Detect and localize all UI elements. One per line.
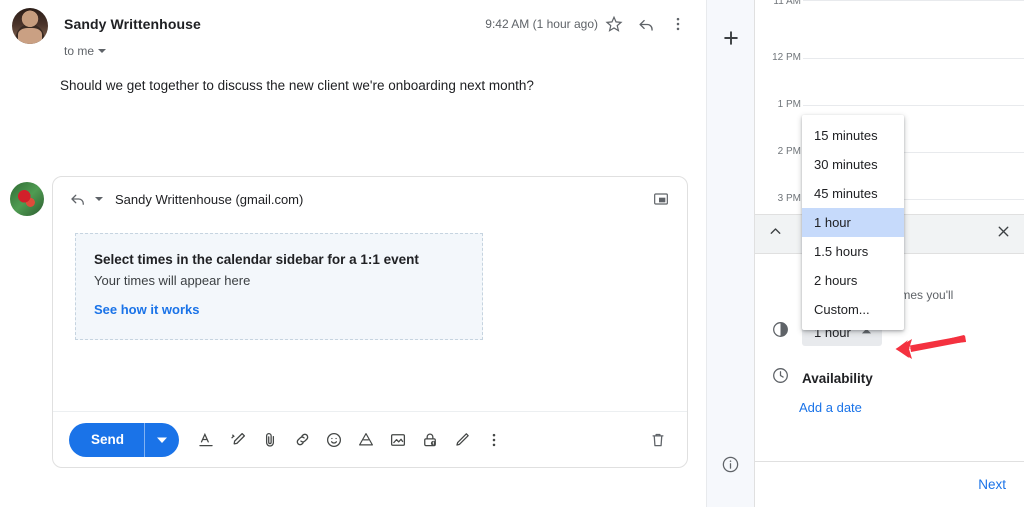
message-title-row: Sandy Writtenhouse 9:42 AM (1 hour ago)	[64, 8, 694, 40]
calendar-time-label: 11 AM	[773, 0, 801, 7]
message-header-body: Sandy Writtenhouse 9:42 AM (1 hour ago)	[48, 6, 694, 58]
reply-compose-card: Sandy Writtenhouse (gmail.com) Select ti…	[52, 176, 688, 468]
delete-icon[interactable]	[643, 425, 673, 455]
insert-drive-icon[interactable]	[351, 425, 381, 455]
send-options-caret-icon[interactable]	[145, 435, 179, 445]
scheduler-placeholder: Select times in the calendar sidebar for…	[75, 233, 483, 340]
insert-photo-icon[interactable]	[383, 425, 413, 455]
calendar-time-label: 3 PM	[777, 193, 801, 204]
dropdown-item-custom[interactable]: Custom...	[802, 295, 904, 324]
send-button-label: Send	[91, 432, 125, 447]
panel-footer: Next	[755, 461, 1024, 507]
reply-icon[interactable]	[67, 183, 89, 215]
star-icon[interactable]	[598, 8, 630, 40]
attach-file-icon[interactable]	[255, 425, 285, 455]
red-arrow-left-icon	[876, 330, 968, 371]
dropdown-item-45-minutes[interactable]: 45 minutes	[802, 179, 904, 208]
more-options-icon[interactable]	[479, 425, 509, 455]
dropdown-item-1.5-hours[interactable]: 1.5 hours	[802, 237, 904, 266]
reply-icon[interactable]	[630, 8, 662, 40]
popout-icon[interactable]	[645, 183, 677, 215]
plus-icon[interactable]	[721, 28, 741, 53]
calendar-row: 12 PM	[755, 12, 1024, 63]
close-icon[interactable]	[995, 223, 1012, 245]
gmail-schedule-screen: Sandy Writtenhouse 9:42 AM (1 hour ago)	[0, 0, 1024, 507]
dropdown-item-1-hour[interactable]: 1 hour	[802, 208, 904, 237]
reply-avatar	[10, 182, 44, 216]
next-button[interactable]: Next	[978, 477, 1006, 492]
compose-toolbar: Send	[53, 411, 687, 467]
sender-name: Sandy Writtenhouse	[64, 16, 201, 32]
add-a-date-link[interactable]: Add a date	[755, 390, 1024, 415]
see-how-it-works-link[interactable]: See how it works	[94, 302, 199, 317]
info-icon[interactable]	[721, 455, 740, 479]
scheduler-area: Select times in the calendar sidebar for…	[53, 221, 687, 411]
more-vert-icon[interactable]	[662, 8, 694, 40]
chevron-down-icon[interactable]	[95, 197, 103, 201]
confidential-mode-icon[interactable]	[415, 425, 445, 455]
duration-dropdown-menu[interactable]: 15 minutes 30 minutes 45 minutes 1 hour …	[802, 115, 904, 330]
calendar-row: 1 PM	[755, 59, 1024, 110]
calendar-row: 11 AM	[755, 0, 1024, 12]
insert-emoji-icon[interactable]	[319, 425, 349, 455]
calendar-gridline	[803, 0, 1024, 1]
clock-icon	[771, 366, 790, 390]
insert-link-icon[interactable]	[287, 425, 317, 455]
dropdown-item-15-minutes[interactable]: 15 minutes	[802, 121, 904, 150]
reply-header: Sandy Writtenhouse (gmail.com)	[53, 177, 687, 221]
format-text-icon[interactable]	[191, 425, 221, 455]
chevron-up-icon[interactable]	[767, 223, 784, 245]
send-button[interactable]: Send	[69, 422, 180, 457]
chevron-down-icon[interactable]	[98, 49, 107, 53]
duration-icon	[771, 320, 790, 344]
recipient-row[interactable]: to me	[64, 44, 694, 58]
insert-signature-icon[interactable]	[447, 425, 477, 455]
calendar-side-panel: 11 AM 12 PM 1 PM 2 PM 3 PM or add times …	[754, 0, 1024, 507]
side-rail	[706, 0, 754, 507]
message-meta: 9:42 AM (1 hour ago)	[485, 8, 694, 40]
message-body: Should we get together to discuss the ne…	[60, 78, 534, 93]
availability-label: Availability	[802, 370, 873, 386]
compose-format-icons	[191, 425, 509, 455]
scheduler-subtitle: Your times will appear here	[94, 273, 251, 288]
recipient-label: to me	[64, 44, 95, 58]
sender-avatar	[12, 8, 48, 44]
dropdown-item-30-minutes[interactable]: 30 minutes	[802, 150, 904, 179]
scheduler-title: Select times in the calendar sidebar for…	[94, 252, 419, 267]
message-timestamp: 9:42 AM (1 hour ago)	[485, 17, 598, 31]
dropdown-item-2-hours[interactable]: 2 hours	[802, 266, 904, 295]
mail-pane: Sandy Writtenhouse 9:42 AM (1 hour ago)	[0, 0, 706, 507]
message-header: Sandy Writtenhouse 9:42 AM (1 hour ago)	[0, 0, 706, 58]
reply-recipient[interactable]: Sandy Writtenhouse (gmail.com)	[115, 192, 303, 207]
formatting-brush-icon[interactable]	[223, 425, 253, 455]
